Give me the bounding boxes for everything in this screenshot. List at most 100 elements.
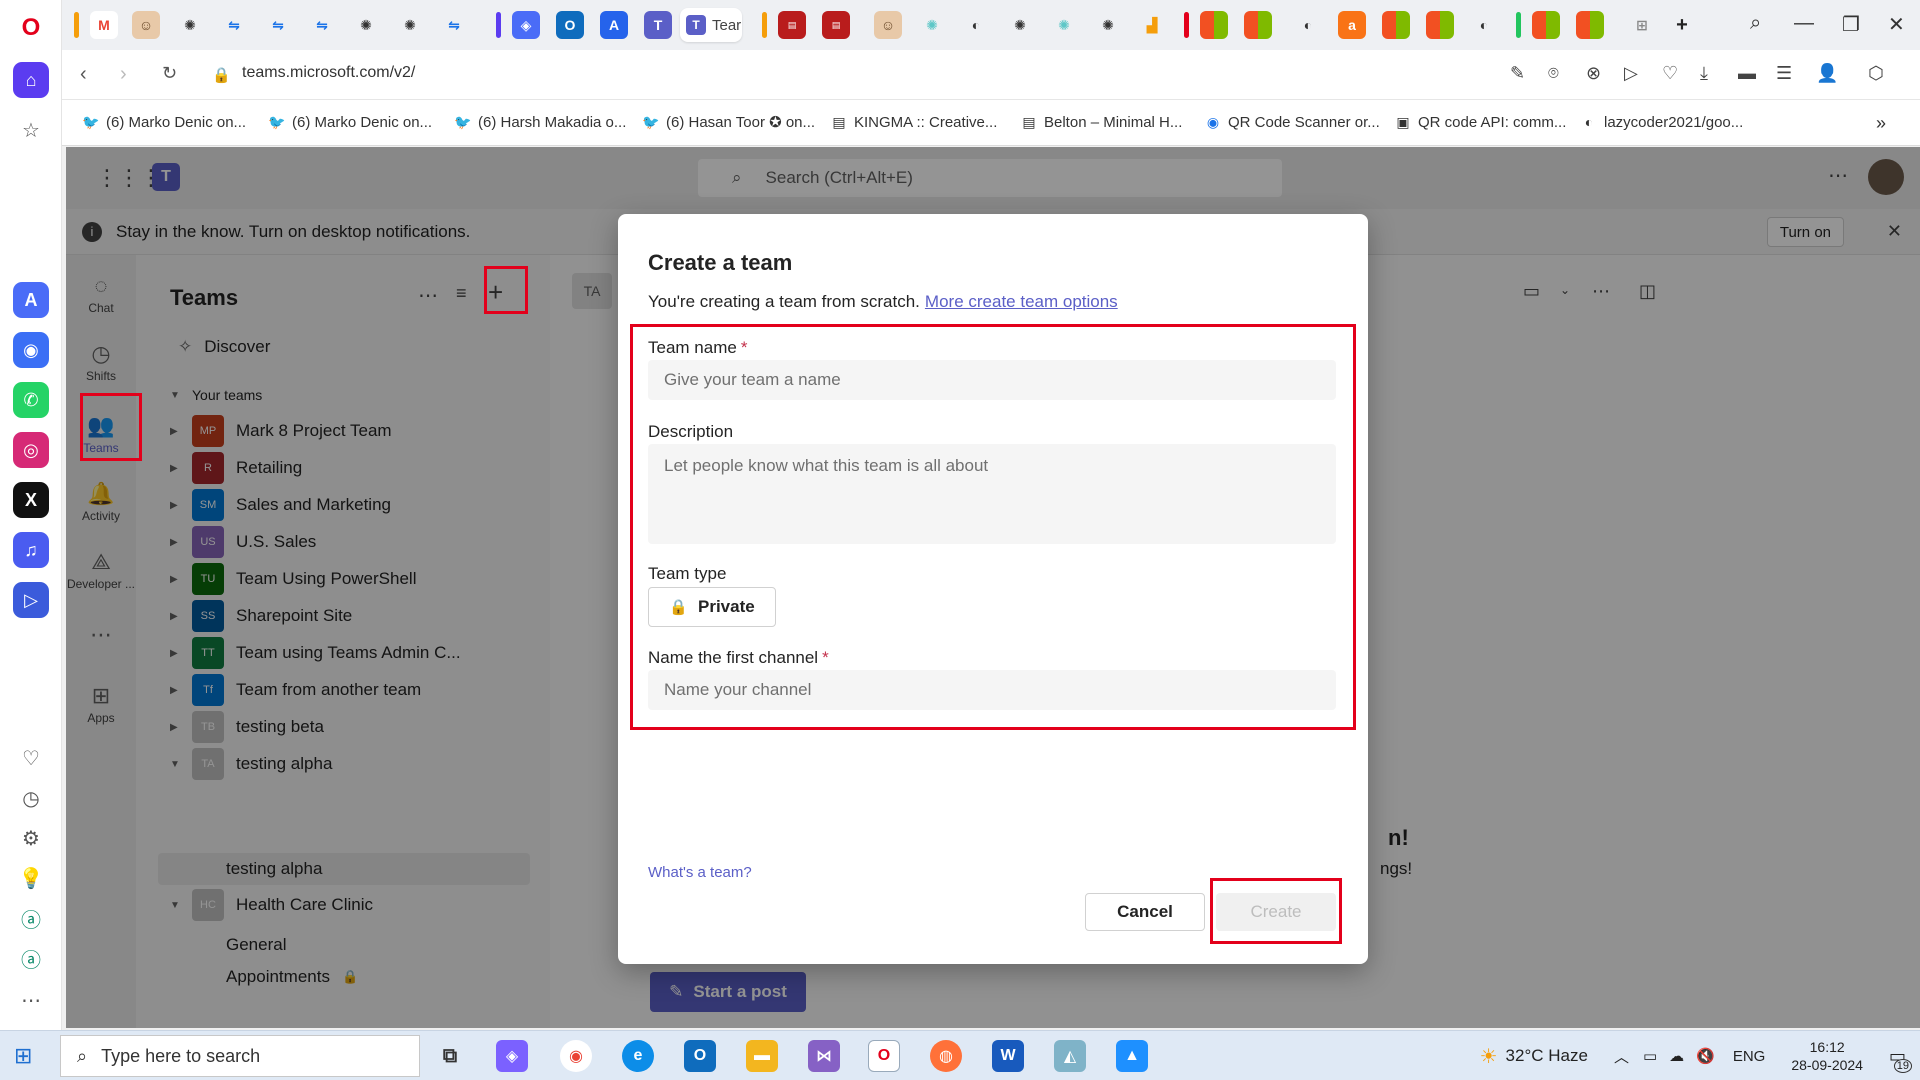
chrome-icon[interactable]: ◉ [560,1040,592,1072]
microsoft-tab-icon[interactable] [1200,11,1228,39]
bookmark-item[interactable]: 🐦 (6) Marko Denic on... [82,113,246,131]
active-teams-tab[interactable]: T Tear [680,8,742,42]
opera-taskbar-icon[interactable]: O [868,1040,900,1072]
photos-icon[interactable]: ▲ [1116,1040,1148,1072]
chatgpt-tab-icon-4[interactable]: ✺ [918,11,946,39]
chatgpt-tab-icon-7[interactable]: ✺ [1094,11,1122,39]
easy-setup-icon[interactable]: ☰ [1776,63,1792,84]
notification-center[interactable]: ▭ 19 [1889,1046,1912,1073]
chatgpt-tab-icon-2[interactable]: ✺ [352,11,380,39]
taskbar-search-box[interactable]: ⌕ Type here to search [60,1035,420,1077]
cancel-button[interactable]: Cancel [1085,893,1205,931]
bookmark-item[interactable]: ▤ KINGMA :: Creative... [830,113,997,131]
windows-start-icon[interactable]: ⊞ [14,1043,32,1069]
close-window-icon[interactable]: ✕ [1888,12,1905,37]
copilot-taskbar-icon[interactable]: ◈ [496,1040,528,1072]
opera-home-icon[interactable]: ⌂ [13,62,49,98]
battery-saver-icon[interactable]: ▬ [1738,63,1756,84]
tab-overview-icon[interactable]: ⊞ [1628,11,1656,39]
github-tab-icon-3[interactable]: ◐ [1470,11,1498,39]
github-tab-icon-2[interactable]: ◐ [1294,11,1322,39]
edit-page-icon[interactable]: ✎ [1510,63,1525,84]
microsoft-tab-icon-6[interactable] [1576,11,1604,39]
microsoft-tab-icon-3[interactable] [1382,11,1410,39]
file-explorer-icon[interactable]: ▬ [746,1040,778,1072]
team-type-private-button[interactable]: 🔒 Private [648,587,776,627]
schemas-tab-icon-2[interactable]: ▤ [822,11,850,39]
avatar-tab-icon-2[interactable]: ☺ [874,11,902,39]
tray-overflow-chevron-icon[interactable]: ︿ [1614,1046,1629,1067]
extension-a-icon-2[interactable]: ⓐ [13,940,49,976]
web-tab-icon-4[interactable]: ⇋ [440,11,468,39]
more-options-icon[interactable]: ⋯ [13,982,49,1018]
tab-search-icon[interactable]: ⌕ [1750,12,1761,35]
url-text[interactable]: teams.microsoft.com/v2/ [242,64,415,82]
minimize-icon[interactable]: — [1794,12,1814,35]
web-tab-icon-3[interactable]: ⇋ [308,11,336,39]
profile-icon[interactable]: 👤 [1816,63,1838,84]
bookmark-item[interactable]: ◉ QR Code Scanner or... [1204,113,1380,131]
battery-icon[interactable]: ▭ [1643,1047,1657,1065]
my-flow-heart-icon[interactable]: ♡ [1662,63,1678,84]
x-twitter-icon[interactable]: X [13,482,49,518]
whatsapp-icon[interactable]: ✆ [13,382,49,418]
tips-bulb-icon[interactable]: 💡 [13,860,49,896]
bookmark-item[interactable]: ▣ QR code API: comm... [1394,113,1566,131]
lock-icon[interactable]: 🔒 [212,66,231,84]
teams-tab-icon[interactable]: T [644,11,672,39]
chatgpt-tab-icon-3[interactable]: ✺ [396,11,424,39]
forward-arrow-icon[interactable]: › [120,63,127,86]
bookmark-item[interactable]: ▤ Belton – Minimal H... [1020,113,1182,131]
heart-icon[interactable]: ♡ [13,740,49,776]
visual-studio-icon[interactable]: ⋈ [808,1040,840,1072]
messenger-icon[interactable]: ◉ [13,332,49,368]
bookmark-item[interactable]: ◐ lazycoder2021/goo... [1580,113,1744,131]
word-icon[interactable]: W [992,1040,1024,1072]
microsoft-tab-icon-5[interactable] [1532,11,1560,39]
description-textarea[interactable] [648,444,1336,544]
bookmark-item[interactable]: 🐦 (6) Harsh Makadia o... [454,113,626,131]
amazon-tab-icon[interactable]: a [1338,11,1366,39]
edge-icon[interactable]: e [622,1040,654,1072]
azure-tab-icon[interactable]: A [600,11,628,39]
extensions-cube-icon[interactable]: ⬡ [1868,63,1884,84]
downloads-icon[interactable]: ⤓ [1700,63,1708,84]
task-view-icon[interactable]: ⧉ [434,1040,466,1072]
more-create-team-options-link[interactable]: More create team options [925,292,1118,311]
player-toolbar-icon[interactable]: ▷ [1624,63,1638,84]
snapshot-camera-icon[interactable]: ⌾ [1548,63,1559,84]
app-taskbar-icon[interactable]: ◭ [1054,1040,1086,1072]
outlook-icon[interactable]: O [684,1040,716,1072]
volume-muted-icon[interactable]: 🔇 [1696,1047,1715,1065]
restore-icon[interactable]: ❐ [1842,12,1860,37]
settings-gear-icon[interactable]: ⚙ [13,820,49,856]
bookmarks-overflow-chevron-icon[interactable]: » [1876,113,1886,134]
web-tab-icon[interactable]: ⇋ [220,11,248,39]
instagram-icon[interactable]: ◎ [13,432,49,468]
network-icon[interactable]: ☁ [1669,1047,1684,1065]
create-button[interactable]: Create [1216,893,1336,931]
history-icon[interactable]: ◷ [13,780,49,816]
chatgpt-tab-icon-5[interactable]: ✺ [1006,11,1034,39]
team-name-input[interactable] [648,360,1336,400]
whats-a-team-link[interactable]: What's a team? [648,864,752,881]
language-indicator[interactable]: ENG [1733,1048,1766,1065]
github-tab-icon[interactable]: ◐ [962,11,990,39]
clock[interactable]: 16:12 28-09-2024 [1791,1038,1863,1074]
web-tab-icon-2[interactable]: ⇋ [264,11,292,39]
opera-logo-icon[interactable]: O [13,10,49,46]
schemas-tab-icon[interactable]: ▤ [778,11,806,39]
bookmark-item[interactable]: 🐦 (6) Hasan Toor ✪ on... [642,113,815,132]
analytics-tab-icon[interactable]: ▟ [1138,11,1166,39]
extension-a-icon[interactable]: ⓐ [13,900,49,936]
reload-icon[interactable]: ↻ [162,63,177,84]
adblock-icon[interactable]: ⊗ [1586,63,1601,84]
gmail-tab-icon[interactable]: M [90,11,118,39]
aria-icon[interactable]: A [13,282,49,318]
microsoft-tab-icon-4[interactable] [1426,11,1454,39]
new-tab-plus-icon[interactable]: + [1668,11,1696,39]
back-arrow-icon[interactable]: ‹ [80,63,87,86]
chatgpt-tab-icon-6[interactable]: ✺ [1050,11,1078,39]
speed-dial-icon[interactable]: ☆ [13,112,49,148]
firefox-icon[interactable]: ◍ [930,1040,962,1072]
